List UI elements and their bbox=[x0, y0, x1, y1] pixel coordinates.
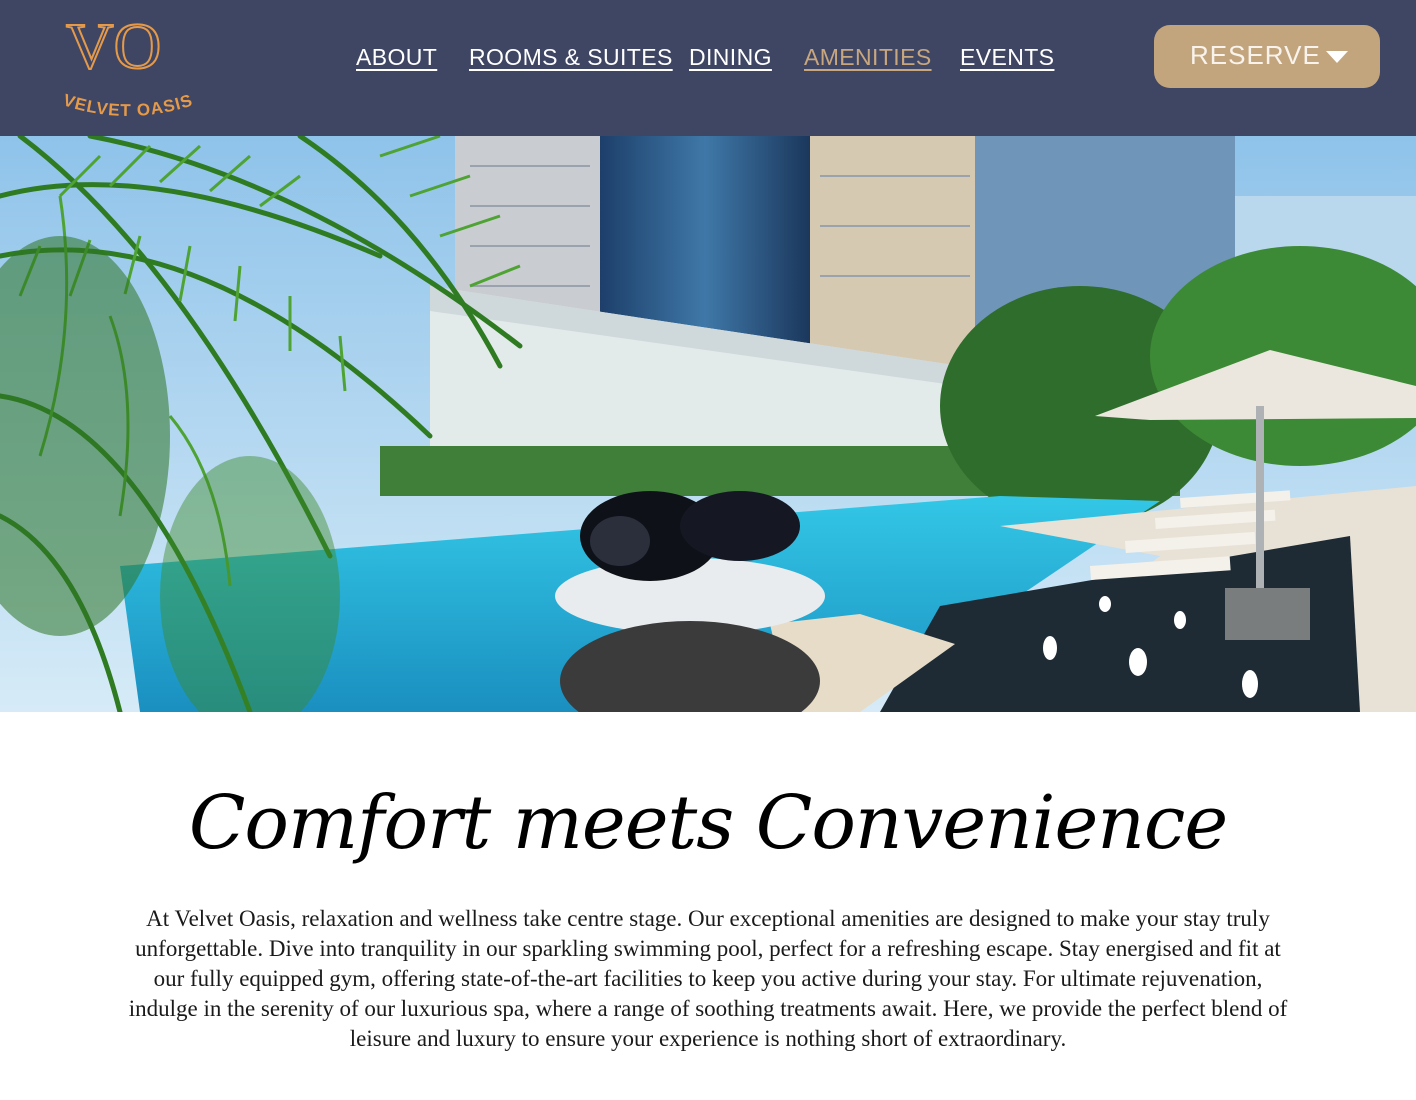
svg-text:VELVET OASIS: VELVET OASIS bbox=[61, 90, 195, 120]
logo-wordmark: VELVET OASIS bbox=[61, 90, 194, 120]
site-header: VO VELVET OASIS ABOUT ROOMS & SUITES DIN… bbox=[0, 0, 1416, 136]
intro-paragraph: At Velvet Oasis, relaxation and wellness… bbox=[128, 906, 1288, 1051]
nav-dining[interactable]: DINING bbox=[689, 44, 772, 71]
nav-about[interactable]: ABOUT bbox=[356, 44, 437, 71]
hero-image bbox=[0, 136, 1416, 712]
reserve-button[interactable]: RESERVE bbox=[1154, 25, 1380, 88]
reserve-label: RESERVE bbox=[1190, 40, 1321, 70]
nav-rooms-suites[interactable]: ROOMS & SUITES bbox=[469, 44, 673, 71]
page-title: Comfort meets Convenience bbox=[188, 780, 1228, 866]
nav-amenities[interactable]: AMENITIES bbox=[804, 44, 932, 71]
nav-events[interactable]: EVENTS bbox=[960, 44, 1054, 71]
chevron-down-icon bbox=[1326, 51, 1348, 63]
